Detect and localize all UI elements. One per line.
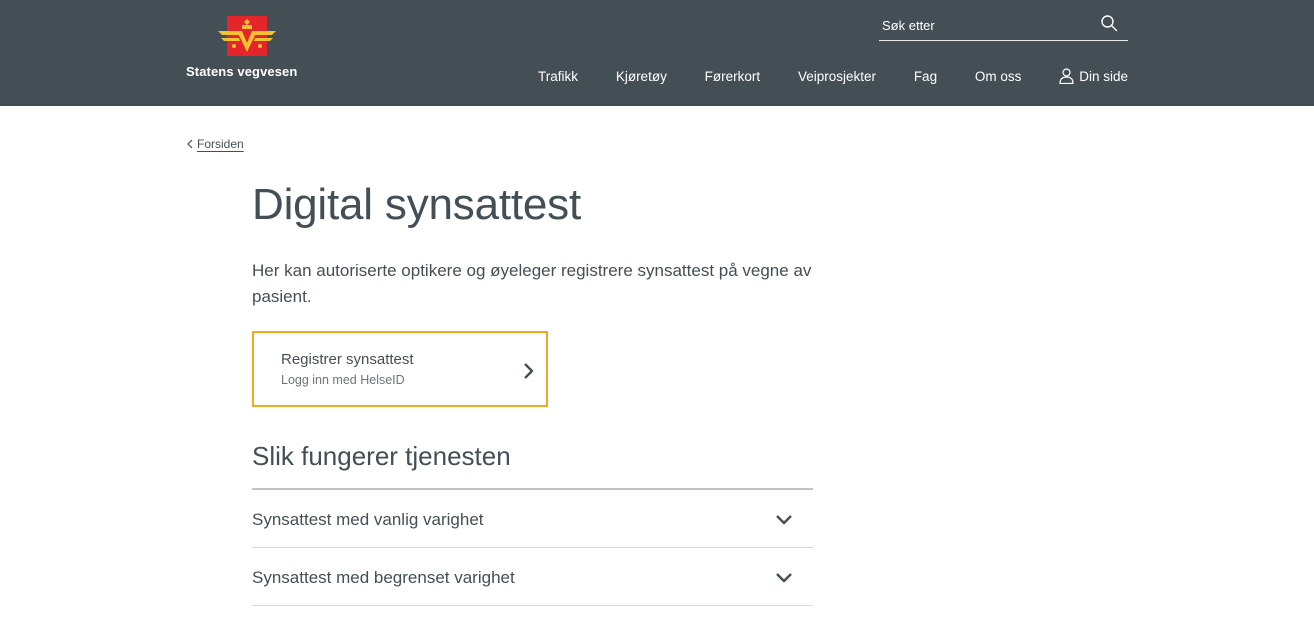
search-box [879, 10, 1128, 41]
breadcrumb[interactable]: Forsiden [186, 137, 244, 151]
nav-item-kjoretoy[interactable]: Kjøretøy [616, 69, 667, 84]
site-header: Statens vegvesen Trafikk Kjøretøy Førerk… [0, 0, 1314, 106]
nav-item-veiprosjekter[interactable]: Veiprosjekter [798, 69, 876, 84]
nav-item-fag[interactable]: Fag [914, 69, 937, 84]
user-icon [1059, 68, 1074, 84]
nav-item-om-oss[interactable]: Om oss [975, 69, 1022, 84]
accordion-item-label: Synsattest med vanlig varighet [252, 510, 484, 529]
nav-item-forerkort[interactable]: Førerkort [705, 69, 761, 84]
nav-item-din-side[interactable]: Din side [1059, 68, 1128, 84]
brand-name: Statens vegvesen [186, 64, 298, 79]
chevron-down-icon [776, 515, 792, 525]
page-title: Digital synsattest [252, 180, 581, 229]
card-subtitle: Logg inn med HelseID [281, 373, 405, 387]
search-icon[interactable] [1100, 14, 1118, 32]
search-input[interactable] [882, 15, 1092, 35]
nav-item-din-side-label: Din side [1079, 68, 1128, 84]
site-logo[interactable]: Statens vegvesen [186, 16, 316, 86]
accordion-item-begrenset-varighet[interactable]: Synsattest med begrenset varighet [252, 548, 813, 606]
statens-vegvesen-crest-icon [218, 16, 276, 56]
register-synsattest-card[interactable]: Registrer synsattest Logg inn med HelseI… [252, 331, 548, 407]
nav-item-trafikk[interactable]: Trafikk [538, 69, 578, 84]
accordion-item-label: Synsattest med begrenset varighet [252, 568, 515, 587]
accordion-item-vanlig-varighet[interactable]: Synsattest med vanlig varighet [252, 490, 813, 548]
page-intro: Her kan autoriserte optikere og øyeleger… [252, 261, 812, 306]
card-title: Registrer synsattest [281, 351, 414, 368]
accordion: Synsattest med vanlig varighet Synsattes… [252, 488, 813, 606]
section-title: Slik fungerer tjenesten [252, 441, 511, 471]
main-nav: Trafikk Kjøretøy Førerkort Veiprosjekter… [520, 66, 1128, 86]
chevron-down-icon [776, 573, 792, 583]
chevron-right-icon [524, 363, 534, 379]
chevron-left-icon [187, 139, 193, 149]
breadcrumb-link[interactable]: Forsiden [197, 137, 244, 151]
